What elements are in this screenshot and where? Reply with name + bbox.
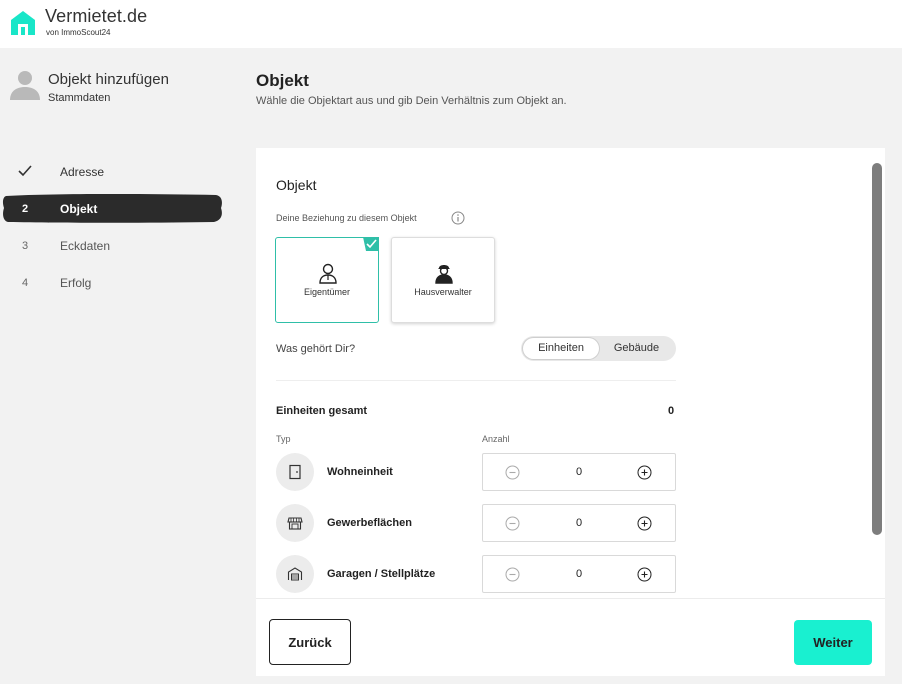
top-bar: Vermietet.de von ImmoScout24 — [0, 0, 902, 48]
step-number: 2 — [22, 203, 29, 215]
relation-tile-hausverwalter[interactable]: Hausverwalter — [391, 237, 495, 323]
relation-label: Deine Beziehung zu diesem Objekt — [276, 213, 417, 223]
sidebar-subtitle: Stammdaten — [48, 92, 111, 104]
unit-icon-badge — [276, 555, 314, 593]
check-icon — [18, 165, 32, 177]
active-step-highlight — [2, 194, 222, 223]
step-adresse[interactable]: Adresse — [0, 153, 228, 190]
unit-row-gewerbeflaechen: Gewerbeflächen 0 — [276, 504, 676, 544]
card-title: Objekt — [276, 177, 317, 193]
brand-name: Vermietet.de — [45, 6, 148, 26]
column-header-count: Anzahl — [482, 434, 510, 444]
unit-label: Garagen / Stellplätze — [327, 568, 436, 580]
user-avatar-icon — [10, 71, 40, 100]
plus-icon[interactable] — [637, 465, 652, 480]
vermietet-logo-icon[interactable] — [8, 9, 38, 37]
manager-person-icon — [435, 265, 453, 284]
garage-icon — [287, 567, 303, 581]
divider — [276, 380, 676, 381]
segment-einheiten[interactable]: Einheiten — [523, 338, 599, 359]
units-total-label: Einheiten gesamt — [276, 405, 368, 417]
owner-person-icon — [319, 263, 337, 284]
tile-label: Eigentümer — [303, 287, 351, 297]
unit-label: Wohneinheit — [327, 466, 393, 478]
step-label: Erfolg — [60, 276, 92, 290]
step-erfolg[interactable]: 4 Erfolg — [0, 264, 228, 301]
wohneinheit-stepper: 0 — [482, 453, 676, 491]
unit-row-wohneinheit: Wohneinheit 0 — [276, 453, 676, 493]
garagen-stepper: 0 — [482, 555, 676, 593]
next-button[interactable]: Weiter — [794, 620, 872, 665]
shop-icon — [287, 517, 303, 530]
back-button[interactable]: Zurück — [269, 619, 351, 665]
step-list: Adresse 2 Objekt 3 Eckdaten 4 Erfolg — [0, 153, 228, 301]
page-title: Objekt — [256, 71, 309, 90]
ownership-toggle: Einheiten Gebäude — [521, 336, 676, 361]
step-label: Eckdaten — [60, 239, 111, 253]
unit-row-garagen: Garagen / Stellplätze 0 — [276, 555, 676, 595]
segment-gebaeude[interactable]: Gebäude — [599, 338, 674, 359]
selected-check-icon — [363, 237, 379, 251]
plus-icon[interactable] — [637, 516, 652, 531]
tile-label: Hausverwalter — [414, 287, 472, 297]
page-description: Wähle die Objektart aus und gib Dein Ver… — [256, 95, 567, 107]
sidebar-title: Objekt hinzufügen — [48, 71, 169, 88]
scrollbar-thumb[interactable] — [872, 163, 882, 535]
ownership-question: Was gehört Dir? — [276, 343, 356, 355]
info-icon[interactable] — [451, 211, 465, 225]
plus-icon[interactable] — [637, 567, 652, 582]
unit-label: Gewerbeflächen — [327, 517, 412, 529]
door-icon — [289, 464, 301, 480]
relation-tile-eigentuemer[interactable]: Eigentümer — [275, 237, 379, 323]
step-label: Adresse — [60, 165, 105, 179]
gewerbeflaechen-stepper: 0 — [482, 504, 676, 542]
step-objekt[interactable]: 2 Objekt — [0, 190, 228, 227]
brand-subtitle: von ImmoScout24 — [46, 28, 111, 37]
step-label: Objekt — [60, 202, 98, 216]
unit-icon-badge — [276, 504, 314, 542]
column-header-type: Typ — [276, 434, 291, 444]
unit-icon-badge — [276, 453, 314, 491]
step-number: 3 — [22, 240, 29, 252]
step-number: 4 — [22, 277, 29, 289]
units-total-value: 0 — [668, 405, 675, 417]
step-eckdaten[interactable]: 3 Eckdaten — [0, 227, 228, 264]
